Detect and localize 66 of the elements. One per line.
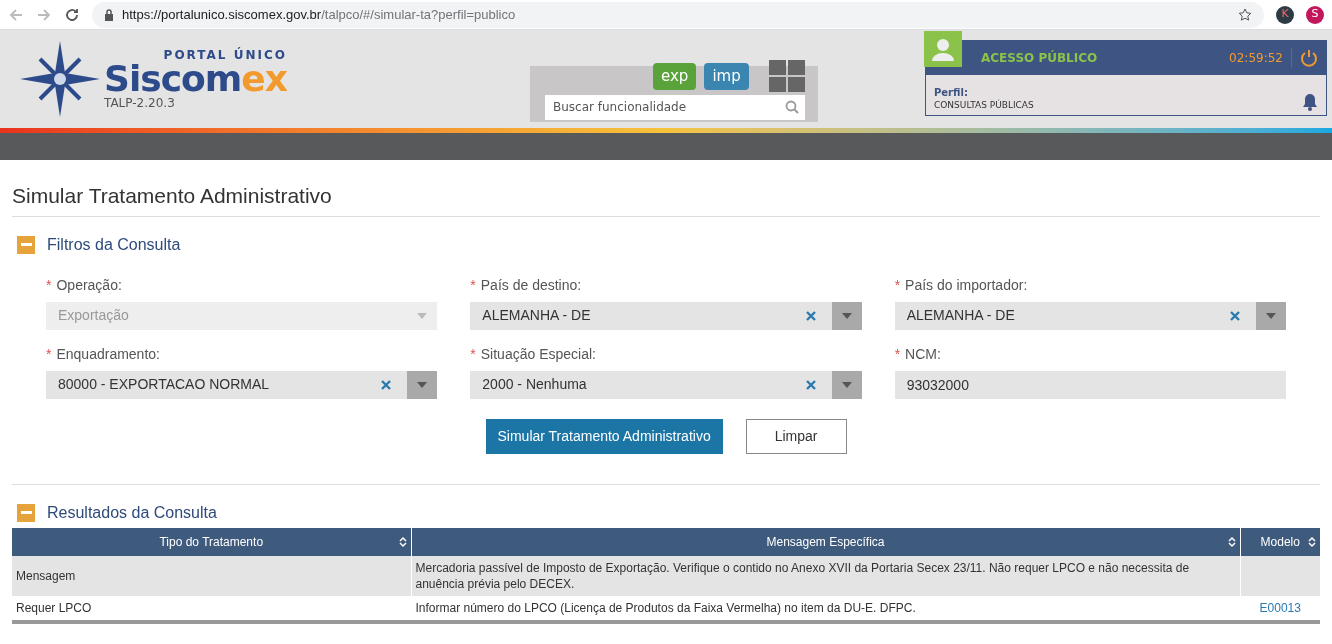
- mode-button[interactable]: imp: [704, 62, 749, 90]
- column-header[interactable]: Modelo: [1240, 527, 1320, 556]
- reload-icon[interactable]: [64, 6, 80, 23]
- profile-label: Perfil:: [934, 87, 969, 100]
- dropdown-caret-icon[interactable]: [831, 370, 862, 399]
- action-button[interactable]: Limpar: [745, 418, 847, 454]
- profile-avatar[interactable]: K: [1276, 5, 1294, 24]
- dropdown-caret-icon[interactable]: [407, 370, 438, 399]
- column-header[interactable]: Tipo do Tratamento: [12, 527, 411, 556]
- field-label: Operação:: [56, 275, 122, 295]
- star-icon[interactable]: [1238, 7, 1252, 22]
- section-title: Resultados da Consulta: [47, 502, 217, 523]
- clear-icon[interactable]: [381, 379, 392, 390]
- back-icon[interactable]: [8, 6, 24, 23]
- clear-icon[interactable]: [805, 379, 816, 390]
- clear-icon[interactable]: [1230, 310, 1240, 321]
- select-field[interactable]: 2000 - Nenhuma: [470, 370, 862, 399]
- field-label: Situação Especial:: [480, 344, 596, 364]
- table-cell: Mercadoria passível de Imposto de Exportação. Verifique o contido no Anexo XVII da Portaria Secex 23/11. Não requer LPCO e não necessita de anuência prévia pelo DECEX.: [415, 560, 1190, 591]
- required-asterisk: *: [894, 344, 901, 364]
- required-asterisk: *: [46, 344, 52, 364]
- power-icon[interactable]: [1300, 49, 1318, 67]
- apps-grid-icon[interactable]: [768, 60, 805, 92]
- table-cell: Requer LPCO: [16, 600, 92, 615]
- collapse-icon[interactable]: [17, 503, 35, 522]
- required-asterisk: *: [470, 344, 476, 364]
- search-icon[interactable]: [785, 100, 799, 114]
- sort-icon[interactable]: [1227, 535, 1236, 548]
- url-text: https://portalunico.siscomex.gov.br/talpco/#/simular-ta?perfil=publico: [122, 5, 516, 24]
- field-label: País do importador:: [905, 275, 1028, 295]
- action-button[interactable]: Simular Tratamento Administrativo: [485, 418, 723, 454]
- compass-star-logo-icon: [20, 41, 100, 117]
- field-label: País de destino:: [480, 275, 582, 295]
- model-link[interactable]: E00013: [1259, 600, 1301, 615]
- logo-wordmark: Siscomex: [104, 61, 287, 97]
- dropdown-caret-icon[interactable]: [1256, 301, 1286, 330]
- session-timer: 02:59:52: [1229, 50, 1283, 67]
- collapse-icon[interactable]: [17, 235, 35, 254]
- required-asterisk: *: [46, 275, 52, 295]
- search-field[interactable]: Buscar funcionalidade: [545, 94, 805, 120]
- clear-icon[interactable]: [805, 310, 816, 321]
- bell-icon[interactable]: [1302, 93, 1318, 111]
- dropdown-caret-icon[interactable]: [831, 301, 862, 330]
- address-bar[interactable]: https://portalunico.siscomex.gov.br/talpco/#/simular-ta?perfil=publico: [92, 1, 1264, 28]
- logo-subtitle: PORTAL ÚNICO: [163, 49, 287, 61]
- input-field[interactable]: 93032000: [894, 370, 1286, 399]
- select-field[interactable]: ALEMANHA - DE: [894, 301, 1286, 330]
- sort-icon[interactable]: [398, 535, 407, 548]
- forward-icon[interactable]: [36, 6, 52, 23]
- field-label: NCM:: [905, 344, 941, 364]
- section-title: Filtros da Consulta: [47, 234, 181, 255]
- column-header[interactable]: Mensagem Específica: [411, 527, 1240, 556]
- table-cell: Informar número do LPCO (Licença de Produtos da Faixa Vermelha) no item da DU-E. DFPC.: [415, 600, 916, 615]
- access-title: ACESSO PÚBLICO: [981, 49, 1099, 67]
- select-field[interactable]: 80000 - EXPORTACAO NORMAL: [46, 370, 438, 399]
- version-text: TALP-2.20.3: [104, 97, 176, 109]
- lock-icon: [104, 8, 114, 21]
- table-cell: Mensagem: [16, 568, 76, 583]
- profile-value: CONSULTAS PÚBLICAS: [934, 99, 1035, 111]
- sort-icon[interactable]: [1308, 535, 1316, 548]
- required-asterisk: *: [894, 275, 901, 295]
- profile-avatar[interactable]: S: [1306, 5, 1324, 24]
- required-asterisk: *: [470, 275, 476, 295]
- field-label: Enquadramento:: [56, 344, 160, 364]
- page-title: Simular Tratamento Administrativo: [12, 160, 1320, 217]
- select-field[interactable]: ALEMANHA - DE: [470, 301, 862, 330]
